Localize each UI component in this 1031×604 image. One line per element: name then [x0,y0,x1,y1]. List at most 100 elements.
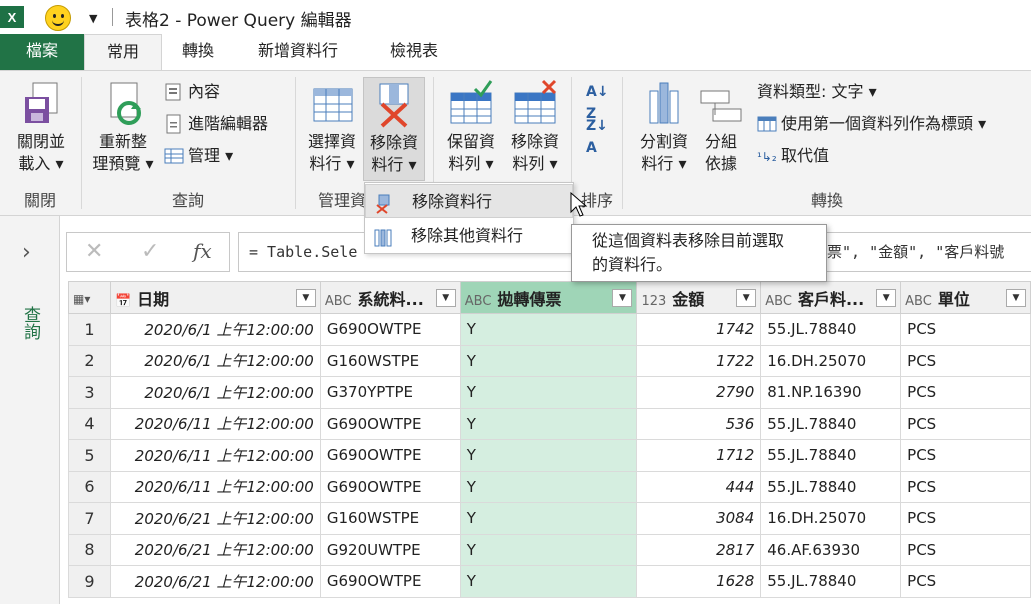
choose-columns-button[interactable]: 選擇資 料行 ▾ [302,79,362,175]
cell-unit[interactable]: PCS [900,439,1031,472]
row-number[interactable]: 9 [68,565,111,598]
remove-columns-button[interactable]: 移除資 料行 ▾ [363,77,425,181]
cell-voucher[interactable]: Y [459,470,638,503]
advanced-editor-button[interactable]: 進階編輯器 [164,113,268,135]
table-row[interactable]: 7 2020/6/21 上午12:00:00 G160WSTPE Y 3084 16.DH… [68,502,1031,535]
cell-customer-part[interactable]: 55.JL.78840 [760,439,902,472]
queries-pane-label[interactable]: 查詢 [18,306,43,340]
cell-customer-part[interactable]: 81.NP.16390 [760,376,902,409]
text-type-icon[interactable]: ABC [765,294,792,309]
number-type-icon[interactable]: 123 [641,294,666,309]
cancel-formula-icon[interactable]: ✕ [85,239,103,264]
filter-dropdown-icon[interactable]: ▼ [1006,289,1026,307]
table-row[interactable]: 8 2020/6/21 上午12:00:00 G920UWTPE Y 2817 46.AF… [68,533,1031,566]
cell-date[interactable]: 2020/6/21 上午12:00:00 [109,533,321,566]
cell-unit[interactable]: PCS [900,344,1031,377]
replace-values-button[interactable]: ¹↳₂ 取代值 [757,145,829,167]
cell-customer-part[interactable]: 55.JL.78840 [760,565,902,598]
cell-unit[interactable]: PCS [900,533,1031,566]
close-and-load-button[interactable]: 關閉並 載入 ▾ [8,79,74,175]
table-menu-cell[interactable]: ▦▾ [68,281,111,314]
cell-amount[interactable]: 2817 [636,533,762,566]
table-row[interactable]: 1 2020/6/1 上午12:00:00 G690OWTPE Y 1742 55.JL.… [68,313,1031,346]
cell-system-part[interactable]: G160WSTPE [319,344,461,377]
cell-customer-part[interactable]: 55.JL.78840 [760,313,902,346]
cell-amount[interactable]: 536 [636,407,762,440]
text-type-icon[interactable]: ABC [465,294,492,309]
cell-customer-part[interactable]: 55.JL.78840 [760,470,902,503]
row-number[interactable]: 6 [68,470,111,503]
table-row[interactable]: 5 2020/6/11 上午12:00:00 G690OWTPE Y 1712 55.JL… [68,439,1031,472]
cell-voucher[interactable]: Y [459,313,638,346]
cell-system-part[interactable]: G690OWTPE [319,313,461,346]
smiley-feedback-icon[interactable] [45,5,71,31]
column-header-unit[interactable]: ABC 單位 ▼ [900,281,1031,314]
cell-customer-part[interactable]: 16.DH.25070 [760,344,902,377]
row-number[interactable]: 8 [68,533,111,566]
cell-system-part[interactable]: G690OWTPE [319,470,461,503]
cell-date[interactable]: 2020/6/1 上午12:00:00 [109,376,321,409]
cell-system-part[interactable]: G690OWTPE [319,407,461,440]
function-icon[interactable]: fx [193,239,212,263]
cell-system-part[interactable]: G920UWTPE [319,533,461,566]
table-row[interactable]: 6 2020/6/11 上午12:00:00 G690OWTPE Y 444 55.JL.… [68,470,1031,503]
remove-rows-button[interactable]: 移除資 料列 ▾ [504,79,566,175]
cell-unit[interactable]: PCS [900,376,1031,409]
cell-unit[interactable]: PCS [900,502,1031,535]
row-number[interactable]: 7 [68,502,111,535]
column-header-voucher[interactable]: ABC 拋轉傳票 ▼ [459,281,638,314]
filter-dropdown-icon[interactable]: ▼ [612,289,633,307]
cell-date[interactable]: 2020/6/1 上午12:00:00 [109,344,321,377]
commit-formula-icon[interactable]: ✓ [141,239,159,264]
filter-dropdown-icon[interactable]: ▼ [736,289,757,307]
tab-transform[interactable]: 轉換 [168,34,228,70]
cell-date[interactable]: 2020/6/1 上午12:00:00 [109,313,321,346]
cell-voucher[interactable]: Y [459,565,638,598]
cell-unit[interactable]: PCS [900,407,1031,440]
column-header-customer-part[interactable]: ABC 客戶料... ▼ [760,281,902,314]
cell-amount[interactable]: 2790 [636,376,762,409]
row-number[interactable]: 1 [68,313,111,346]
row-number[interactable]: 5 [68,439,111,472]
expand-chevron-icon[interactable]: › [22,240,31,265]
table-row[interactable]: 4 2020/6/11 上午12:00:00 G690OWTPE Y 536 55.JL.… [68,407,1031,440]
cell-voucher[interactable]: Y [459,533,638,566]
cell-voucher[interactable]: Y [459,344,638,377]
cell-date[interactable]: 2020/6/21 上午12:00:00 [109,502,321,535]
filter-dropdown-icon[interactable]: ▼ [876,289,897,307]
row-number[interactable]: 4 [68,407,111,440]
text-type-icon[interactable]: ABC [905,294,932,309]
manage-button[interactable]: 管理 ▾ [164,145,233,167]
tab-add-column[interactable]: 新增資料行 [244,34,352,70]
cell-unit[interactable]: PCS [900,313,1031,346]
refresh-preview-button[interactable]: 重新整 理預覽 ▾ [88,79,158,175]
cell-date[interactable]: 2020/6/11 上午12:00:00 [109,470,321,503]
sort-descending-button[interactable]: Z↓ A [586,115,608,159]
split-column-button[interactable]: 分割資 料行 ▾ [629,79,699,175]
row-number[interactable]: 3 [68,376,111,409]
cell-voucher[interactable]: Y [459,376,638,409]
cell-system-part[interactable]: G690OWTPE [319,439,461,472]
cell-amount[interactable]: 1712 [636,439,762,472]
tab-file[interactable]: 檔案 [0,34,84,70]
cell-date[interactable]: 2020/6/11 上午12:00:00 [109,407,321,440]
filter-dropdown-icon[interactable]: ▼ [435,289,456,307]
cell-voucher[interactable]: Y [459,439,638,472]
column-header-amount[interactable]: 123 金額 ▼ [636,281,762,314]
cell-amount[interactable]: 3084 [636,502,762,535]
use-first-row-as-headers-button[interactable]: 使用第一個資料列作為標頭 ▾ [757,113,986,135]
cell-amount[interactable]: 1742 [636,313,762,346]
cell-system-part[interactable]: G370YPTPE [319,376,461,409]
cell-unit[interactable]: PCS [900,470,1031,503]
cell-customer-part[interactable]: 16.DH.25070 [760,502,902,535]
table-row[interactable]: 2 2020/6/1 上午12:00:00 G160WSTPE Y 1722 16.DH.… [68,344,1031,377]
properties-button[interactable]: 內容 [164,81,220,103]
cell-date[interactable]: 2020/6/11 上午12:00:00 [109,439,321,472]
cell-amount[interactable]: 1628 [636,565,762,598]
column-header-date[interactable]: 📅 日期 ▼ [109,281,321,314]
menu-item-remove-other-columns[interactable]: 移除其他資料行 [365,219,573,253]
text-type-icon[interactable]: ABC [325,294,352,309]
table-row[interactable]: 3 2020/6/1 上午12:00:00 G370YPTPE Y 2790 81.NP.… [68,376,1031,409]
date-type-icon[interactable]: 📅 [115,294,131,309]
data-type-dropdown[interactable]: 資料類型: 文字 ▾ [757,81,877,103]
